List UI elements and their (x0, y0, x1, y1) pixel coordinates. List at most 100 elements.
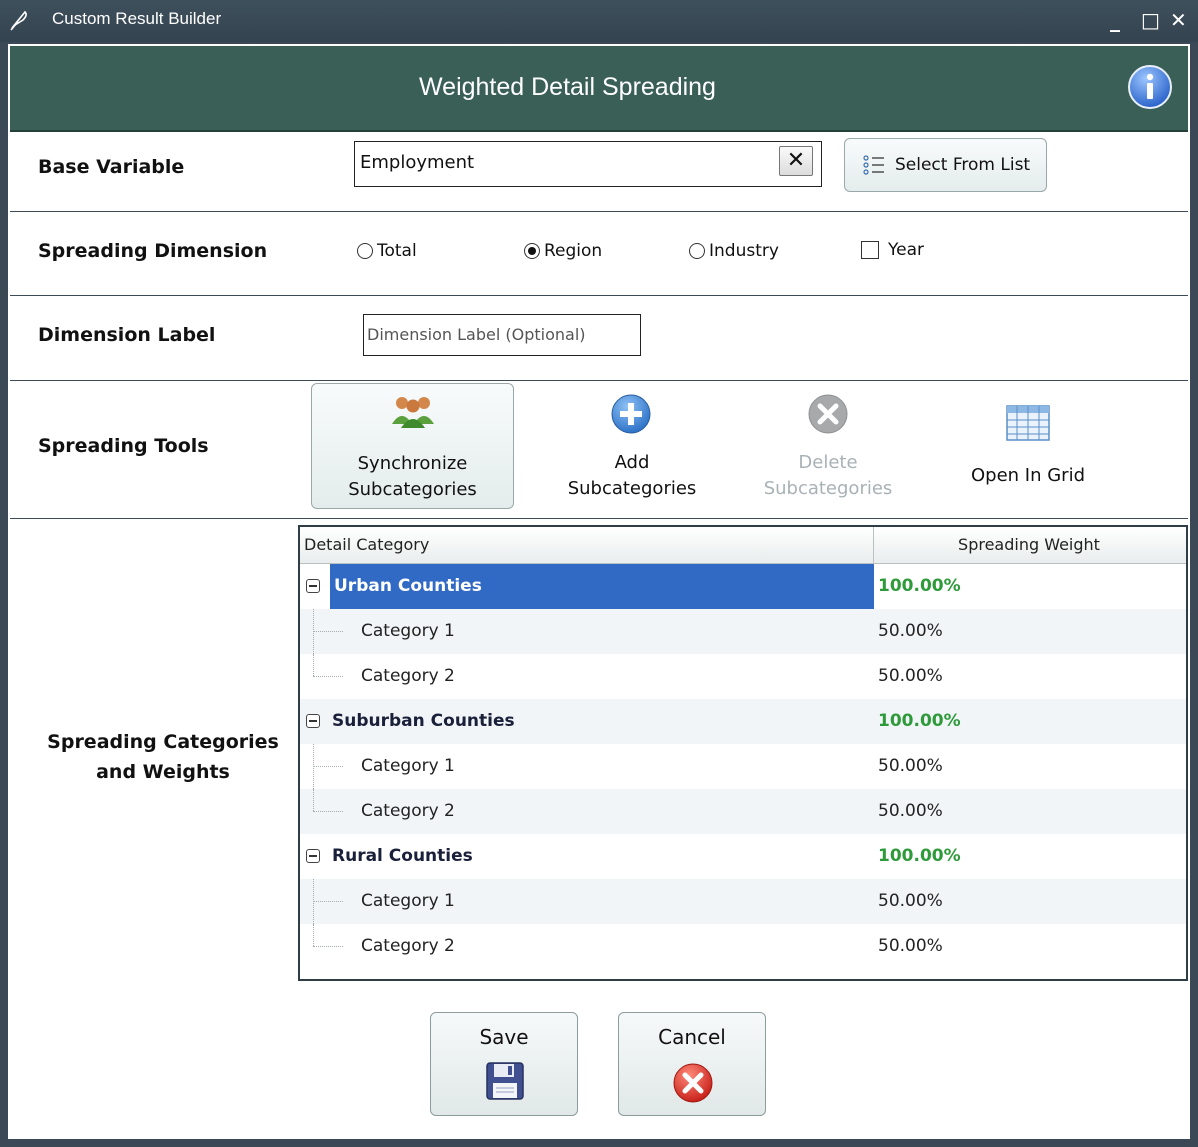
page-title: Weighted Detail Spreading (419, 73, 716, 101)
window-title: Custom Result Builder (52, 9, 222, 28)
spreading-categories-line2: and Weights (96, 761, 230, 783)
open-in-grid-button[interactable]: Open In Grid (928, 383, 1128, 509)
tree-line (313, 631, 343, 632)
base-variable-value: Employment (360, 152, 475, 173)
base-variable-label: Base Variable (38, 156, 185, 178)
add-line1: Add (614, 452, 650, 473)
tree-line (313, 789, 314, 811)
category-weight[interactable]: 50.00% (878, 924, 943, 969)
divider (10, 211, 1188, 212)
category-weight[interactable]: 50.00% (878, 609, 943, 654)
delete-subcategories-button[interactable]: Delete Subcategories (728, 383, 928, 509)
cancel-button[interactable]: Cancel (618, 1012, 766, 1116)
list-icon (863, 155, 884, 175)
dimension-label-input[interactable]: Dimension Label (Optional) (363, 314, 641, 356)
title-bar: Custom Result Builder _ □ ✕ (0, 0, 1198, 42)
table-row-group[interactable]: Suburban Counties 100.00% (300, 699, 1186, 744)
dialog-content: Weighted Detail Spreading Base Variable … (8, 44, 1190, 1139)
radio-total-label: Total (377, 241, 417, 261)
grid-icon (1006, 405, 1050, 441)
dimension-label-label: Dimension Label (38, 324, 216, 346)
divider (10, 380, 1188, 381)
table-row-group[interactable]: Rural Counties 100.00% (300, 834, 1186, 879)
year-checkbox[interactable]: Year (861, 240, 924, 260)
synchronize-line1: Synchronize (357, 453, 468, 474)
group-weight[interactable]: 100.00% (878, 564, 961, 609)
cancel-circle-icon (673, 1063, 713, 1103)
feather-icon (10, 10, 27, 31)
select-from-list-button[interactable]: Select From List (844, 138, 1047, 192)
column-header-spreading-weight[interactable]: Spreading Weight (874, 527, 1184, 563)
radio-total[interactable]: Total (357, 241, 417, 261)
radio-industry-label: Industry (709, 241, 779, 261)
categories-tree-grid[interactable]: Detail Category Spreading Weight Urban C… (298, 525, 1188, 981)
category-name: Category 1 (361, 756, 455, 776)
delete-line1: Delete (798, 452, 858, 473)
group-weight[interactable]: 100.00% (878, 834, 961, 879)
checkbox-box[interactable] (861, 241, 879, 259)
category-weight[interactable]: 50.00% (878, 879, 943, 924)
category-name: Category 1 (361, 891, 455, 911)
radio-region[interactable]: Region (524, 241, 602, 261)
group-name: Rural Counties (332, 846, 473, 866)
group-name: Suburban Counties (332, 711, 515, 731)
select-from-list-label: Select From List (895, 155, 1031, 175)
spreading-dimension-label: Spreading Dimension (38, 240, 268, 262)
table-row[interactable]: Category 2 50.00% (300, 924, 1186, 969)
synchronize-line2: Subcategories (348, 479, 477, 500)
divider (10, 518, 1188, 519)
column-header-detail-category[interactable]: Detail Category (304, 527, 429, 563)
table-row[interactable]: Category 1 50.00% (300, 609, 1186, 654)
tree-line (313, 654, 314, 676)
close-button[interactable]: ✕ (1170, 10, 1187, 30)
maximize-button[interactable]: □ (1141, 10, 1160, 30)
group-weight[interactable]: 100.00% (878, 699, 961, 744)
collapse-icon[interactable] (306, 714, 320, 728)
spreading-categories-line1: Spreading Categories (47, 731, 279, 753)
synchronize-subcategories-button[interactable]: Synchronize Subcategories (311, 383, 514, 509)
collapse-icon[interactable] (306, 849, 320, 863)
floppy-disk-icon (486, 1062, 524, 1100)
category-weight[interactable]: 50.00% (878, 744, 943, 789)
spreading-categories-label: Spreading Categories and Weights (38, 727, 288, 787)
info-icon[interactable] (1127, 64, 1173, 110)
table-row[interactable]: Category 2 50.00% (300, 654, 1186, 699)
header-banner: Weighted Detail Spreading (10, 46, 1188, 132)
category-name: Category 1 (361, 621, 455, 641)
radio-circle[interactable] (357, 243, 373, 259)
collapse-icon[interactable] (306, 579, 320, 593)
base-variable-field[interactable]: Employment ✕ (354, 141, 822, 187)
spreading-tools-label: Spreading Tools (38, 435, 209, 457)
grid-header: Detail Category Spreading Weight (300, 527, 1186, 564)
delete-line2: Subcategories (763, 478, 893, 499)
custom-result-builder-window: Custom Result Builder _ □ ✕ Weighted Det… (0, 0, 1198, 1147)
year-checkbox-label: Year (888, 240, 924, 260)
table-row[interactable]: Category 2 50.00% (300, 789, 1186, 834)
clear-icon[interactable]: ✕ (779, 146, 813, 176)
add-subcategories-button[interactable]: Add Subcategories (532, 383, 732, 509)
cancel-label: Cancel (658, 1025, 726, 1049)
tree-line (313, 766, 343, 767)
add-circle-icon (611, 394, 651, 434)
radio-circle[interactable] (689, 243, 705, 259)
category-name: Category 2 (361, 666, 455, 686)
radio-industry[interactable]: Industry (689, 241, 779, 261)
radio-circle-selected[interactable] (524, 243, 540, 259)
table-row[interactable]: Category 1 50.00% (300, 879, 1186, 924)
tree-line (313, 901, 343, 902)
table-row[interactable]: Category 1 50.00% (300, 744, 1186, 789)
tree-line (313, 946, 343, 947)
dimension-label-placeholder: Dimension Label (Optional) (367, 325, 586, 344)
minimize-button[interactable]: _ (1110, 10, 1120, 30)
save-button[interactable]: Save (430, 1012, 578, 1116)
save-label: Save (479, 1025, 529, 1049)
category-weight[interactable]: 50.00% (878, 654, 943, 699)
category-name: Category 2 (361, 936, 455, 956)
category-name: Category 2 (361, 801, 455, 821)
table-row-group[interactable]: Urban Counties 100.00% (300, 564, 1186, 609)
people-sync-icon (392, 397, 434, 428)
tree-line (313, 811, 343, 812)
category-weight[interactable]: 50.00% (878, 789, 943, 834)
add-line2: Subcategories (567, 478, 697, 499)
tree-line (313, 676, 343, 677)
